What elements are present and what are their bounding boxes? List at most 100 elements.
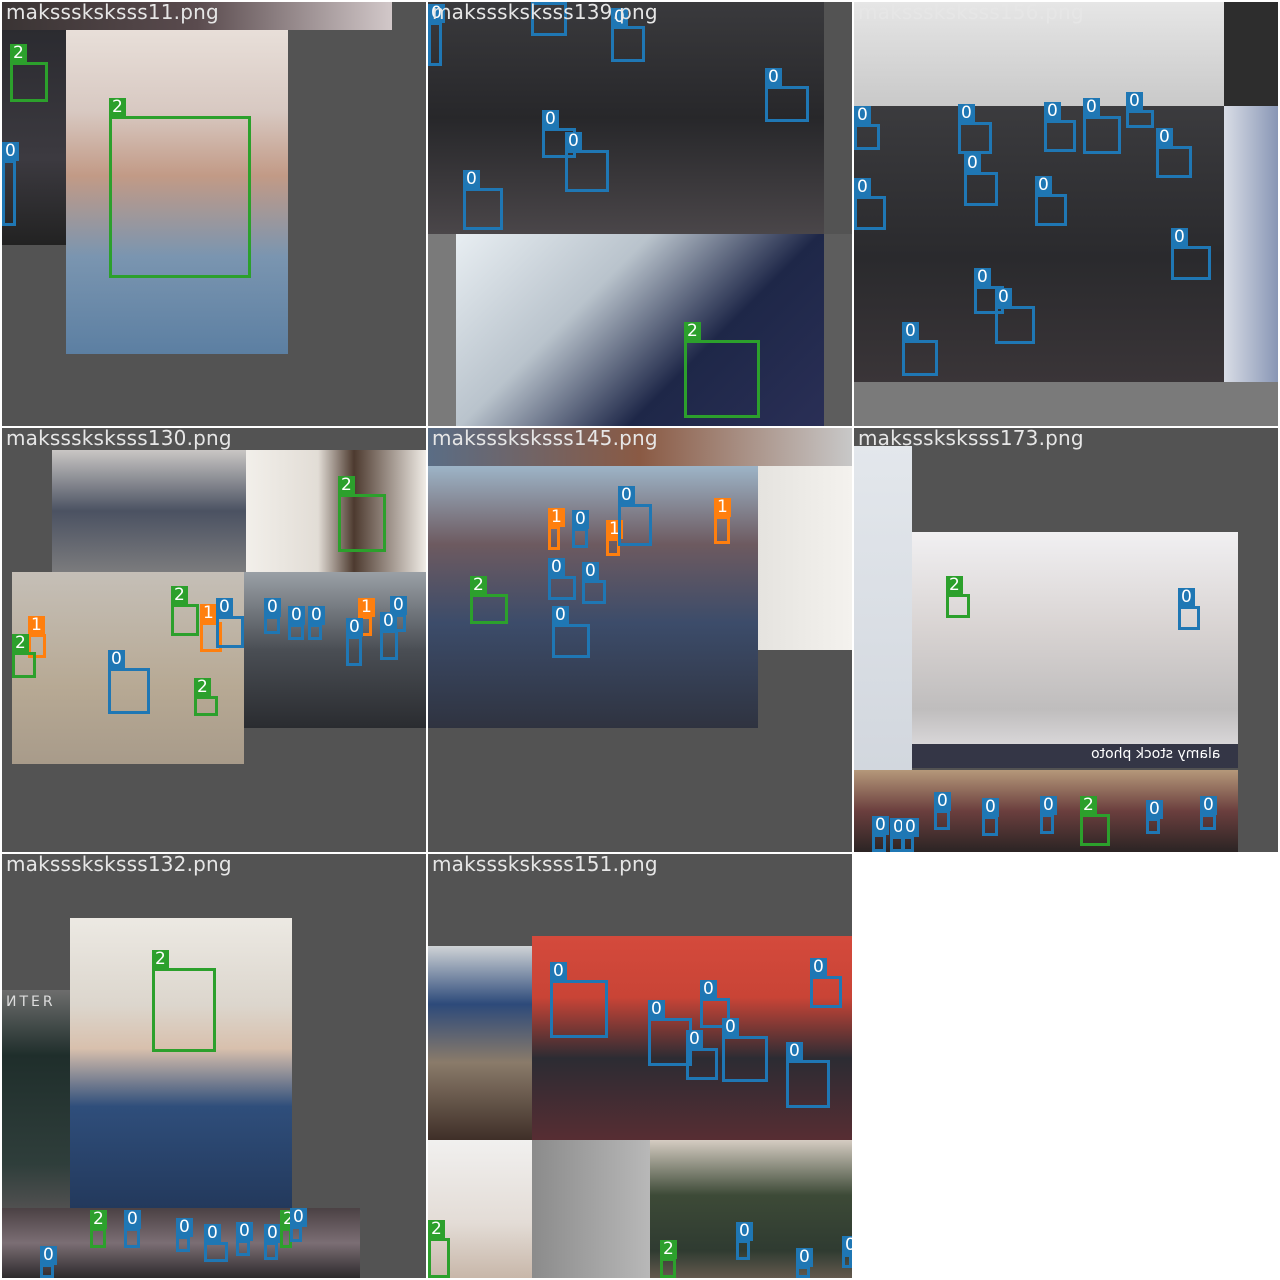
- detection-box: 2: [1080, 796, 1110, 846]
- detection-box: 2: [90, 1210, 107, 1248]
- detection-box: 0: [964, 154, 998, 206]
- tile-title: maksssksksss145.png: [432, 428, 658, 450]
- detection-box: 0: [428, 4, 445, 66]
- detection-box: 0: [995, 288, 1035, 344]
- detection-box: 0: [463, 170, 503, 230]
- detection-box: 0: [736, 1222, 753, 1260]
- detection-box: 0: [958, 104, 992, 154]
- mosaic-tile-4: maksssksksss130.png 2 2 1 0 1 2 0 2 0 0 …: [2, 428, 426, 852]
- detection-box: 0: [572, 510, 589, 548]
- tile-title: maksssksksss139.png: [432, 2, 658, 24]
- detection-box: 0: [618, 486, 652, 546]
- detection-box: 0: [552, 606, 590, 658]
- detection-box: 0: [204, 1224, 228, 1262]
- photo-dark: [1224, 2, 1278, 106]
- photo-shop: [1224, 106, 1278, 382]
- detection-box: 2: [194, 678, 218, 716]
- detection-box: 0: [934, 792, 951, 830]
- detection-box: 0: [40, 1246, 57, 1278]
- photo-station: [428, 946, 532, 1140]
- tile-title: maksssksksss130.png: [6, 428, 232, 450]
- detection-box: 2: [660, 1240, 677, 1278]
- detection-box: 0: [1178, 588, 1200, 630]
- mosaic-tile-1: maksssksksss11.png 2 2 0: [2, 2, 426, 426]
- detection-box: 1: [548, 508, 565, 550]
- detection-box: 0: [548, 558, 576, 600]
- photo-corridor: [854, 446, 912, 770]
- detection-box: 2: [152, 950, 216, 1052]
- tile-title: maksssksksss151.png: [432, 854, 658, 876]
- detection-box: 0: [290, 1208, 307, 1242]
- detection-box: 0: [1083, 98, 1121, 154]
- detection-box: 0: [236, 1222, 253, 1256]
- tile-title: maksssksksss11.png: [6, 2, 219, 24]
- photo-portrait: [70, 918, 292, 1208]
- detection-box: 0: [264, 598, 281, 634]
- watermark-bar: alamy stock photo: [912, 744, 1238, 768]
- detection-box: 0: [796, 1248, 813, 1278]
- mosaic-tile-6: maksssksksss173.png alamy stock photo 2 …: [854, 428, 1278, 852]
- detection-box: 0: [2, 142, 19, 226]
- detection-box: 2: [10, 44, 48, 102]
- detection-box: 2: [12, 634, 36, 678]
- detection-box: 0: [380, 612, 398, 660]
- detection-box: 0: [1040, 796, 1057, 834]
- mosaic-tile-3: maksssksksss156.png 0 0 0 0 0 0 0 0 0 0 …: [854, 2, 1278, 426]
- detection-box: 0: [124, 1210, 141, 1248]
- photo-street: [456, 234, 824, 426]
- photo-street: [52, 450, 246, 572]
- mosaic-tile-2: maksssksksss139.png 0 0 0 0 0 0 0 2: [428, 2, 852, 426]
- photo-airport: ИТЕR: [2, 990, 70, 1208]
- detection-box: 2: [684, 322, 760, 418]
- detection-box: 0: [872, 816, 889, 852]
- detection-box: 0: [810, 958, 842, 1008]
- detection-box: 0: [550, 962, 608, 1038]
- detection-box: 2: [171, 586, 199, 636]
- photo-mall: [912, 532, 1238, 768]
- detection-box: 0: [1044, 102, 1076, 152]
- detection-box: 0: [582, 562, 606, 604]
- tile-title: maksssksksss156.png: [858, 2, 1084, 24]
- photo-poster: [246, 450, 426, 572]
- detection-box: 0: [854, 178, 886, 230]
- detection-box: 0: [1146, 800, 1163, 834]
- detection-box: 1: [714, 498, 731, 544]
- photo-wall: [532, 1140, 650, 1278]
- detection-box: 0: [786, 1042, 830, 1108]
- detection-box: 0: [765, 68, 809, 122]
- photo-street: [650, 1140, 852, 1278]
- detection-box: 0: [611, 8, 645, 62]
- detection-box: 0: [1126, 92, 1154, 128]
- detection-box: 2: [946, 576, 970, 618]
- mosaic-tile-8: maksssksksss151.png 0 0 0 0 0 0 0 2 2 0 …: [428, 854, 852, 1278]
- detection-box: 0: [982, 798, 999, 836]
- detection-box: 0: [1156, 128, 1192, 178]
- detection-box: 2: [470, 576, 508, 624]
- tile-title: maksssksksss173.png: [858, 428, 1084, 450]
- detection-box: 2: [428, 1220, 450, 1278]
- detection-box: 0: [308, 606, 325, 640]
- detection-box: 0: [902, 322, 938, 376]
- tile-title: maksssksksss132.png: [6, 854, 232, 876]
- watermark-text: alamy stock photo: [1090, 746, 1220, 762]
- detection-box: 0: [346, 618, 363, 666]
- detection-box: 0: [288, 606, 305, 640]
- detection-box: 0: [1171, 228, 1211, 280]
- detection-box: 0: [902, 818, 919, 852]
- detection-box: 2: [109, 98, 251, 278]
- mosaic-tile-5: maksssksksss145.png 1 0 1 0 1 0 0 2 0: [428, 428, 852, 852]
- detection-box: 0: [854, 106, 880, 150]
- detection-box: 0: [842, 1236, 852, 1268]
- detection-box: 0: [1035, 176, 1067, 226]
- detection-box: 0: [264, 1224, 281, 1260]
- detection-box: 0: [565, 132, 609, 192]
- detection-box: 0: [722, 1018, 768, 1082]
- detection-box: 0: [216, 598, 244, 648]
- detection-box: 2: [338, 476, 386, 552]
- detection-box: 0: [108, 650, 150, 714]
- photo-wall: [758, 466, 852, 650]
- mosaic-tile-7: maksssksksss132.png ИТЕR 2 2 0 0 0 0 0 2…: [2, 854, 426, 1278]
- detection-box: 0: [686, 1030, 718, 1080]
- detection-box: 0: [176, 1218, 193, 1252]
- detection-box: 0: [1200, 796, 1217, 830]
